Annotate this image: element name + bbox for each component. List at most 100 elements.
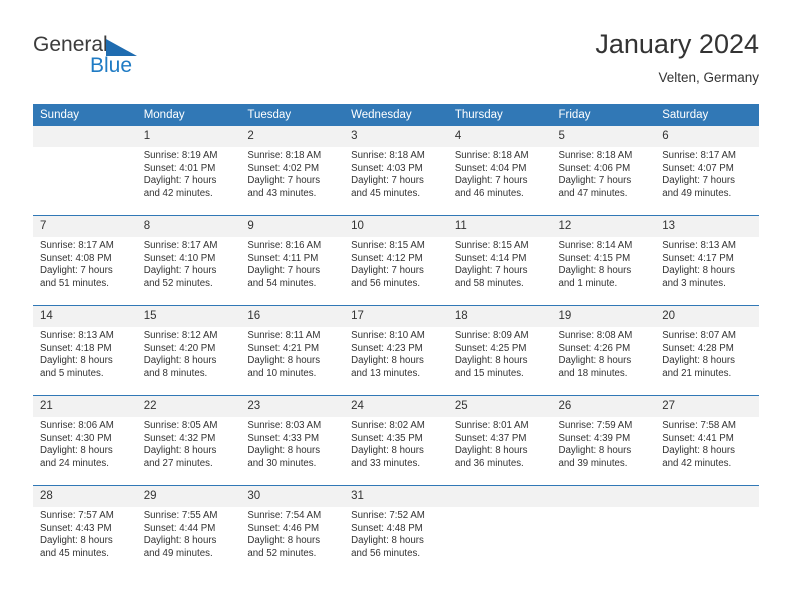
sunset-text: Sunset: 4:20 PM — [143, 342, 216, 354]
sunset-text: Sunset: 4:07 PM — [662, 162, 734, 174]
day-cell[interactable]: 21 Sunrise: 8:06 AM Sunset: 4:30 PM Dayl… — [33, 395, 137, 486]
daylight-text-line1: Daylight: 8 hours — [662, 445, 735, 457]
day-details: Sunrise: 8:02 AM Sunset: 4:35 PM Dayligh… — [344, 417, 448, 470]
daylight-text-line1: Daylight: 7 hours — [351, 265, 424, 277]
daylight-text-line1: Daylight: 7 hours — [662, 175, 735, 187]
day-cell[interactable]: 26 Sunrise: 7:59 AM Sunset: 4:39 PM Dayl… — [551, 395, 656, 486]
day-cell[interactable]: 20 Sunrise: 8:07 AM Sunset: 4:28 PM Dayl… — [655, 305, 759, 396]
day-cell[interactable] — [551, 485, 656, 575]
day-cell[interactable]: 1 Sunrise: 8:19 AM Sunset: 4:01 PM Dayli… — [136, 126, 241, 216]
sunrise-text: Sunrise: 8:17 AM — [143, 240, 218, 251]
daylight-text-line2: and 18 minutes. — [558, 367, 628, 379]
day-cell[interactable]: 18 Sunrise: 8:09 AM Sunset: 4:25 PM Dayl… — [447, 305, 552, 396]
day-number: 23 — [240, 396, 345, 417]
calendar-table: Sunday Monday Tuesday Wednesday Thursday… — [33, 104, 759, 575]
day-details: Sunrise: 8:07 AM Sunset: 4:28 PM Dayligh… — [655, 327, 759, 380]
daylight-text-line2: and 5 minutes. — [40, 367, 104, 379]
sunrise-text: Sunrise: 8:17 AM — [662, 150, 736, 161]
day-details: Sunrise: 8:06 AM Sunset: 4:30 PM Dayligh… — [33, 417, 137, 470]
day-number: 10 — [344, 216, 448, 237]
day-cell[interactable]: 15 Sunrise: 8:12 AM Sunset: 4:20 PM Dayl… — [136, 305, 241, 396]
day-cell[interactable]: 7 Sunrise: 8:17 AM Sunset: 4:08 PM Dayli… — [33, 215, 137, 306]
sunset-text: Sunset: 4:39 PM — [558, 432, 631, 444]
day-details: Sunrise: 8:09 AM Sunset: 4:25 PM Dayligh… — [448, 327, 552, 380]
calendar-week-row: 7 Sunrise: 8:17 AM Sunset: 4:08 PM Dayli… — [33, 215, 759, 306]
sunrise-text: Sunrise: 8:13 AM — [662, 240, 736, 251]
daylight-text-line2: and 33 minutes. — [351, 457, 421, 469]
daylight-text-line2: and 21 minutes. — [662, 367, 732, 379]
day-cell[interactable]: 31 Sunrise: 7:52 AM Sunset: 4:48 PM Dayl… — [344, 485, 448, 575]
day-cell[interactable]: 12 Sunrise: 8:14 AM Sunset: 4:15 PM Dayl… — [551, 215, 656, 306]
day-cell[interactable]: 19 Sunrise: 8:08 AM Sunset: 4:26 PM Dayl… — [551, 305, 656, 396]
day-cell[interactable]: 13 Sunrise: 8:13 AM Sunset: 4:17 PM Dayl… — [655, 215, 759, 306]
daylight-text-line2: and 52 minutes. — [143, 277, 213, 289]
day-cell[interactable]: 11 Sunrise: 8:15 AM Sunset: 4:14 PM Dayl… — [447, 215, 552, 306]
calendar-page: General Blue January 2024 Velten, German… — [0, 0, 792, 612]
daylight-text-line2: and 8 minutes. — [143, 367, 208, 379]
day-cell[interactable]: 14 Sunrise: 8:13 AM Sunset: 4:18 PM Dayl… — [33, 305, 137, 396]
day-cell[interactable]: 28 Sunrise: 7:57 AM Sunset: 4:43 PM Dayl… — [33, 485, 137, 575]
sunset-text: Sunset: 4:33 PM — [247, 432, 320, 444]
day-cell[interactable]: 30 Sunrise: 7:54 AM Sunset: 4:46 PM Dayl… — [240, 485, 345, 575]
sunset-text: Sunset: 4:46 PM — [247, 522, 320, 534]
day-cell[interactable] — [655, 485, 759, 575]
location-subtitle: Velten, Germany — [658, 70, 759, 85]
day-details: Sunrise: 8:19 AM Sunset: 4:01 PM Dayligh… — [137, 147, 241, 200]
daylight-text-line2: and 42 minutes. — [143, 187, 213, 199]
day-details: Sunrise: 7:57 AM Sunset: 4:43 PM Dayligh… — [33, 507, 137, 560]
sunrise-text: Sunrise: 7:54 AM — [247, 510, 322, 521]
day-cell[interactable]: 8 Sunrise: 8:17 AM Sunset: 4:10 PM Dayli… — [136, 215, 241, 306]
sunset-text: Sunset: 4:35 PM — [351, 432, 423, 444]
day-cell[interactable]: 24 Sunrise: 8:02 AM Sunset: 4:35 PM Dayl… — [344, 395, 448, 486]
day-details: Sunrise: 8:03 AM Sunset: 4:33 PM Dayligh… — [240, 417, 344, 470]
general-blue-logo[interactable]: General Blue — [33, 33, 233, 83]
sunrise-text: Sunrise: 8:11 AM — [247, 330, 321, 341]
sunset-text: Sunset: 4:14 PM — [454, 252, 527, 264]
sunset-text: Sunset: 4:03 PM — [351, 162, 423, 174]
day-details: Sunrise: 7:54 AM Sunset: 4:46 PM Dayligh… — [240, 507, 344, 560]
sunrise-text: Sunrise: 7:57 AM — [40, 510, 114, 521]
calendar-week-row: 1 Sunrise: 8:19 AM Sunset: 4:01 PM Dayli… — [33, 126, 759, 216]
day-cell[interactable] — [33, 126, 137, 216]
day-details: Sunrise: 8:12 AM Sunset: 4:20 PM Dayligh… — [137, 327, 241, 380]
day-cell[interactable]: 9 Sunrise: 8:16 AM Sunset: 4:11 PM Dayli… — [240, 215, 345, 306]
weekday-header-wednesday: Wednesday — [344, 104, 448, 126]
day-number: 25 — [447, 396, 552, 417]
day-details: Sunrise: 8:10 AM Sunset: 4:23 PM Dayligh… — [344, 327, 448, 380]
sunset-text: Sunset: 4:32 PM — [143, 432, 216, 444]
daylight-text-line1: Daylight: 8 hours — [247, 355, 321, 367]
daylight-text-line1: Daylight: 8 hours — [454, 355, 528, 367]
day-cell[interactable]: 3 Sunrise: 8:18 AM Sunset: 4:03 PM Dayli… — [344, 126, 448, 216]
day-cell[interactable]: 5 Sunrise: 8:18 AM Sunset: 4:06 PM Dayli… — [551, 126, 656, 216]
sunrise-text: Sunrise: 8:01 AM — [454, 420, 529, 431]
day-cell[interactable]: 17 Sunrise: 8:10 AM Sunset: 4:23 PM Dayl… — [344, 305, 448, 396]
day-number: 29 — [136, 486, 241, 507]
sunrise-text: Sunrise: 8:07 AM — [662, 330, 736, 341]
sunrise-text: Sunrise: 8:13 AM — [40, 330, 114, 341]
sunrise-text: Sunrise: 7:59 AM — [558, 420, 633, 431]
daylight-text-line1: Daylight: 7 hours — [454, 175, 528, 187]
sunset-text: Sunset: 4:02 PM — [247, 162, 320, 174]
day-cell[interactable]: 27 Sunrise: 7:58 AM Sunset: 4:41 PM Dayl… — [655, 395, 759, 486]
sunset-text: Sunset: 4:41 PM — [662, 432, 734, 444]
sunrise-text: Sunrise: 8:19 AM — [143, 150, 218, 161]
sunset-text: Sunset: 4:30 PM — [40, 432, 112, 444]
day-cell[interactable]: 16 Sunrise: 8:11 AM Sunset: 4:21 PM Dayl… — [240, 305, 345, 396]
sunset-text: Sunset: 4:15 PM — [558, 252, 631, 264]
sunset-text: Sunset: 4:43 PM — [40, 522, 112, 534]
day-number: 1 — [136, 126, 241, 147]
day-number: 9 — [240, 216, 345, 237]
title-block: January 2024 Velten, Germany — [595, 28, 759, 87]
day-cell[interactable] — [447, 485, 552, 575]
sunrise-text: Sunrise: 8:06 AM — [40, 420, 114, 431]
sunrise-text: Sunrise: 7:58 AM — [662, 420, 736, 431]
day-cell[interactable]: 29 Sunrise: 7:55 AM Sunset: 4:44 PM Dayl… — [136, 485, 241, 575]
day-cell[interactable]: 6 Sunrise: 8:17 AM Sunset: 4:07 PM Dayli… — [655, 126, 759, 216]
day-cell[interactable]: 23 Sunrise: 8:03 AM Sunset: 4:33 PM Dayl… — [240, 395, 345, 486]
daylight-text-line1: Daylight: 8 hours — [40, 445, 113, 457]
day-cell[interactable]: 25 Sunrise: 8:01 AM Sunset: 4:37 PM Dayl… — [447, 395, 552, 486]
day-cell[interactable]: 22 Sunrise: 8:05 AM Sunset: 4:32 PM Dayl… — [136, 395, 241, 486]
day-cell[interactable]: 4 Sunrise: 8:18 AM Sunset: 4:04 PM Dayli… — [447, 126, 552, 216]
day-cell[interactable]: 2 Sunrise: 8:18 AM Sunset: 4:02 PM Dayli… — [240, 126, 345, 216]
day-cell[interactable]: 10 Sunrise: 8:15 AM Sunset: 4:12 PM Dayl… — [344, 215, 448, 306]
